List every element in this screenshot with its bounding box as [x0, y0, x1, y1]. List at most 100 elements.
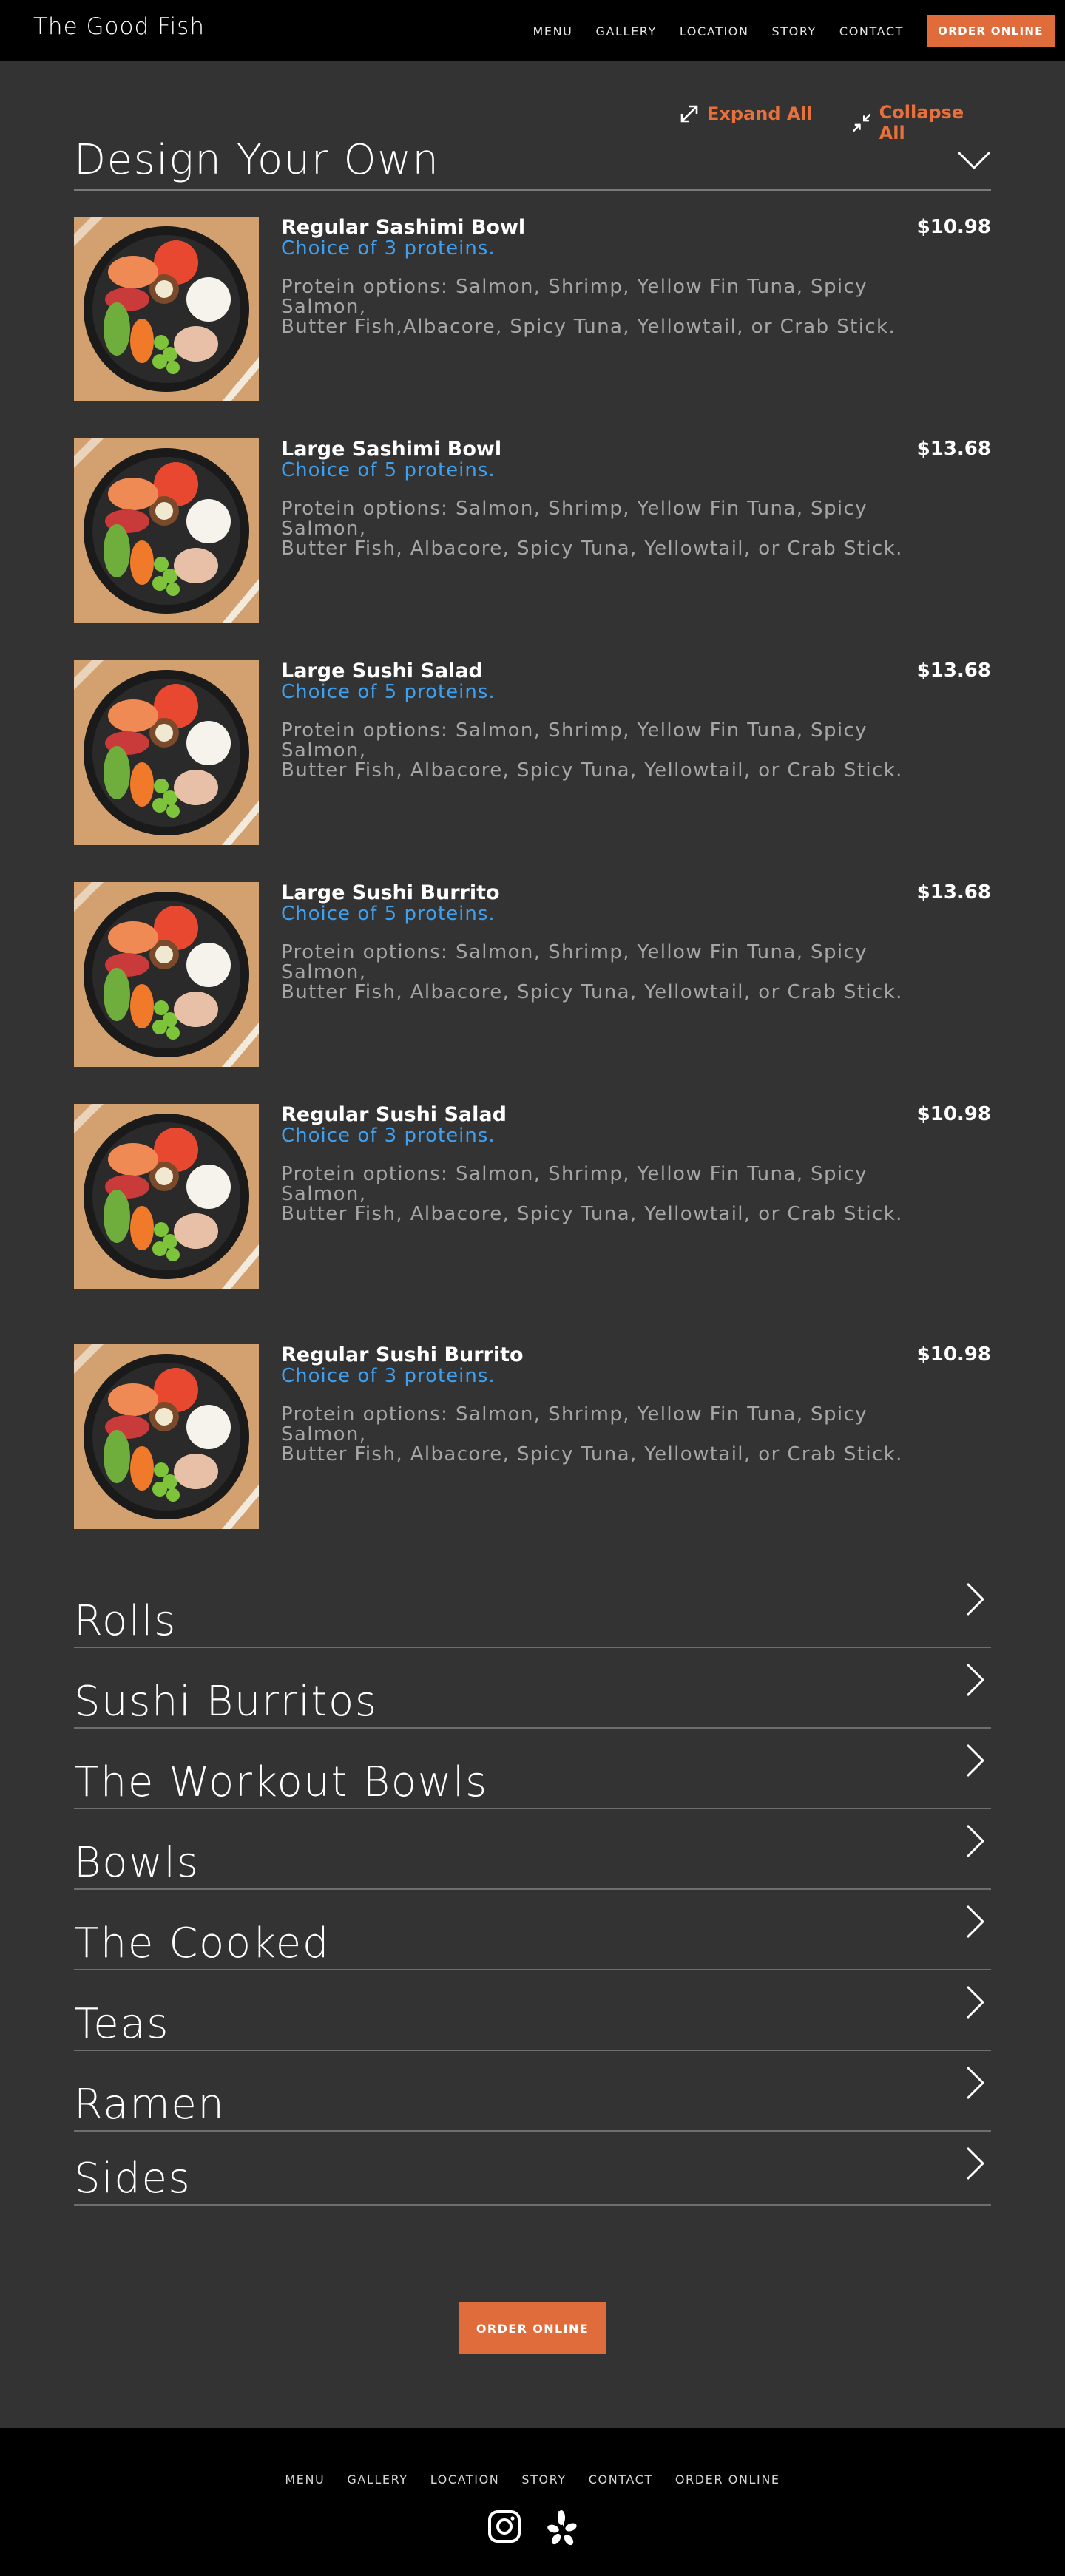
category-the-cooked[interactable]: The Cooked: [74, 1890, 991, 1970]
site-footer: MENU GALLERY LOCATION STORY CONTACT ORDE…: [0, 2428, 1065, 2576]
nav-menu[interactable]: MENU: [533, 24, 573, 38]
footer-nav-story[interactable]: STORY: [521, 2472, 566, 2487]
order-online-button[interactable]: ORDER ONLINE: [927, 15, 1055, 47]
chevron-right-icon: [966, 1905, 985, 1939]
item-name: Regular Sashimi Bowl: [281, 216, 526, 239]
item-description-line: Protein options: Salmon, Shrimp, Yellow …: [281, 498, 868, 540]
item-name: Large Sushi Burrito: [281, 881, 500, 904]
main-nav: MENU GALLERY LOCATION STORY CONTACT ORDE…: [533, 15, 1055, 47]
brand-logo[interactable]: The Good Fish: [33, 13, 205, 40]
site-header: The Good Fish MENU GALLERY LOCATION STOR…: [0, 0, 1065, 61]
expand-icon: [680, 105, 698, 123]
menu-item[interactable]: Large Sushi Salad $13.68 Choice of 5 pro…: [74, 660, 991, 882]
yelp-icon[interactable]: [547, 2509, 578, 2550]
category-title: Sides: [74, 2155, 192, 2203]
item-description: Protein options: Salmon, Shrimp, Yellow …: [281, 721, 947, 781]
category-teas[interactable]: Teas: [74, 1970, 991, 2051]
instagram-icon[interactable]: [487, 2509, 521, 2550]
chevron-right-icon: [966, 2066, 985, 2100]
item-description: Protein options: Salmon, Shrimp, Yellow …: [281, 1165, 947, 1224]
item-photo: [74, 1104, 259, 1289]
item-description: Protein options: Salmon, Shrimp, Yellow …: [281, 943, 947, 1003]
nav-location[interactable]: LOCATION: [680, 24, 749, 38]
chevron-right-icon: [966, 1743, 985, 1777]
item-name: Large Sashimi Bowl: [281, 438, 502, 461]
menu-item[interactable]: Large Sushi Burrito $13.68 Choice of 5 p…: [74, 881, 991, 1104]
category-title: Bowls: [74, 1839, 200, 1887]
item-photo: [74, 882, 259, 1067]
footer-nav-order-online[interactable]: ORDER ONLINE: [675, 2472, 780, 2487]
menu-item[interactable]: Regular Sashimi Bowl $10.98 Choice of 3 …: [74, 216, 991, 438]
chevron-right-icon: [966, 1985, 985, 2019]
accordion-controls: Expand All Collapse All: [74, 102, 991, 143]
menu-items-list: Regular Sashimi Bowl $10.98 Choice of 3 …: [74, 216, 991, 1566]
item-description-line: Butter Fish,Albacore, Spicy Tuna, Yellow…: [281, 316, 896, 338]
category-sushi-burritos[interactable]: Sushi Burritos: [74, 1648, 991, 1729]
item-subtitle: Choice of 5 proteins.: [281, 459, 496, 481]
item-photo: [74, 438, 259, 623]
item-description-line: Butter Fish, Albacore, Spicy Tuna, Yello…: [281, 981, 903, 1003]
item-description: Protein options: Salmon, Shrimp, Yellow …: [281, 277, 947, 337]
item-description: Protein options: Salmon, Shrimp, Yellow …: [281, 499, 947, 559]
nav-story[interactable]: STORY: [772, 24, 816, 38]
chevron-right-icon: [966, 1824, 985, 1858]
item-description-line: Protein options: Salmon, Shrimp, Yellow …: [281, 941, 868, 983]
item-description-line: Butter Fish, Albacore, Spicy Tuna, Yello…: [281, 538, 903, 560]
category-rolls[interactable]: Rolls: [74, 1567, 991, 1648]
category-bowls[interactable]: Bowls: [74, 1809, 991, 1890]
menu-item[interactable]: Regular Sushi Burrito $10.98 Choice of 3…: [74, 1343, 991, 1566]
footer-nav-location[interactable]: LOCATION: [430, 2472, 500, 2487]
item-photo: [74, 1344, 259, 1529]
item-photo: [74, 217, 259, 401]
section-title: Design Your Own: [74, 136, 440, 184]
item-description-line: Butter Fish, Albacore, Spicy Tuna, Yello…: [281, 1443, 903, 1465]
category-workout-bowls[interactable]: The Workout Bowls: [74, 1729, 991, 1809]
item-subtitle: Choice of 3 proteins.: [281, 1365, 496, 1387]
social-links: [0, 2509, 1065, 2550]
menu-categories: Rolls Sushi Burritos The Workout Bowls B…: [74, 1567, 991, 2206]
item-description-line: Butter Fish, Albacore, Spicy Tuna, Yello…: [281, 1203, 903, 1225]
category-sides[interactable]: Sides: [74, 2132, 991, 2206]
item-subtitle: Choice of 3 proteins.: [281, 237, 496, 260]
item-price: $10.98: [916, 1103, 991, 1125]
item-description-line: Protein options: Salmon, Shrimp, Yellow …: [281, 719, 868, 762]
footer-nav-gallery[interactable]: GALLERY: [347, 2472, 408, 2487]
nav-contact[interactable]: CONTACT: [839, 24, 904, 38]
menu-item[interactable]: Large Sashimi Bowl $13.68 Choice of 5 pr…: [74, 438, 991, 660]
item-subtitle: Choice of 3 proteins.: [281, 1125, 496, 1147]
menu-main: Expand All Collapse All Design Your Own: [74, 102, 991, 135]
item-subtitle: Choice of 5 proteins.: [281, 903, 496, 925]
item-description-line: Butter Fish, Albacore, Spicy Tuna, Yello…: [281, 759, 903, 782]
item-name: Large Sushi Salad: [281, 660, 483, 682]
item-photo: [74, 660, 259, 845]
item-description-line: Protein options: Salmon, Shrimp, Yellow …: [281, 1163, 868, 1205]
item-price: $13.68: [916, 660, 991, 682]
section-header-design-your-own[interactable]: Design Your Own: [74, 132, 991, 191]
category-ramen[interactable]: Ramen: [74, 2051, 991, 2132]
order-online-cta-button[interactable]: ORDER ONLINE: [459, 2302, 606, 2354]
item-price: $13.68: [916, 881, 991, 904]
category-title: The Cooked: [74, 1919, 331, 1967]
item-name: Regular Sushi Burrito: [281, 1343, 524, 1366]
category-title: Rolls: [74, 1597, 177, 1645]
item-name: Regular Sushi Salad: [281, 1103, 507, 1126]
footer-nav-contact[interactable]: CONTACT: [589, 2472, 653, 2487]
chevron-down-icon: [957, 151, 991, 170]
item-price: $13.68: [916, 438, 991, 460]
item-subtitle: Choice of 5 proteins.: [281, 681, 496, 703]
category-title: Sushi Burritos: [74, 1678, 378, 1726]
menu-item[interactable]: Regular Sushi Salad $10.98 Choice of 3 p…: [74, 1103, 991, 1344]
item-price: $10.98: [916, 1343, 991, 1366]
item-description-line: Protein options: Salmon, Shrimp, Yellow …: [281, 1403, 868, 1445]
category-title: The Workout Bowls: [74, 1758, 488, 1806]
footer-nav: MENU GALLERY LOCATION STORY CONTACT ORDE…: [0, 2472, 1065, 2487]
item-description: Protein options: Salmon, Shrimp, Yellow …: [281, 1405, 947, 1465]
chevron-right-icon: [966, 2146, 985, 2180]
footer-nav-menu[interactable]: MENU: [285, 2472, 325, 2487]
chevron-right-icon: [966, 1663, 985, 1697]
item-description-line: Protein options: Salmon, Shrimp, Yellow …: [281, 276, 868, 318]
item-price: $10.98: [916, 216, 991, 238]
nav-gallery[interactable]: GALLERY: [596, 24, 657, 38]
chevron-right-icon: [966, 1582, 985, 1616]
expand-all-button[interactable]: Expand All: [677, 102, 813, 126]
